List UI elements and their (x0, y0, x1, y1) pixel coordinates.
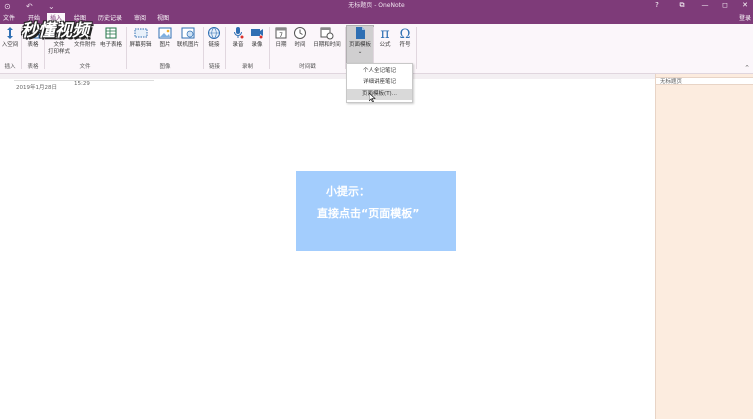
spreadsheet-button[interactable]: 电子表格 (98, 26, 124, 49)
page-templates-dropdown: 个人全记笔记 详细讲座笔记 页面模板(T)... (346, 63, 413, 103)
equation-button[interactable]: π 公式 (376, 26, 394, 49)
link-label: 链接 (208, 42, 220, 48)
hint-box: 小提示： 直接点击“页面模板” (296, 171, 456, 251)
title-bar: ⊙ ↶ ⌄ 无标题页 - OneNote ? ⧉ — ◻ ✕ (0, 0, 753, 13)
window-title: 无标题页 - OneNote (348, 2, 405, 9)
svg-text:7: 7 (279, 32, 283, 39)
online-pictures-label: 联机图片 (176, 42, 199, 48)
spreadsheet-label: 电子表格 (99, 42, 122, 48)
table-label: 表格 (27, 42, 39, 48)
group-separator (416, 27, 417, 69)
record-video-button[interactable]: 录像 (248, 26, 266, 49)
symbol-label: 符号 (399, 42, 411, 48)
group-recording-label: 录制 (241, 64, 253, 70)
tab-view[interactable]: 视图 (154, 13, 172, 24)
page-date: 2019年1月28日 (16, 85, 57, 91)
page-templates-button[interactable]: 页面模板 ⌄ (346, 25, 374, 64)
template-item-personal-notes[interactable]: 个人全记笔记 (347, 66, 412, 77)
maximize-button[interactable]: ◻ (718, 0, 732, 11)
record-audio-button[interactable]: 录音 (229, 26, 247, 49)
ribbon-display-button[interactable]: ⧉ (675, 0, 689, 11)
microphone-icon (234, 27, 244, 39)
page-list-pane: 无标题页 (655, 74, 753, 419)
date-label: 日期 (275, 42, 287, 48)
time-label: 时间 (294, 42, 306, 48)
template-item-page-templates[interactable]: 页面模板(T)... (347, 89, 412, 100)
svg-text:Ω: Ω (400, 27, 411, 40)
pictures-button[interactable]: 图片 (156, 26, 174, 49)
svg-text:π: π (380, 26, 389, 40)
help-button[interactable]: ? (650, 0, 664, 11)
page-template-icon (356, 27, 365, 39)
group-timestamp-label: 时间戳 (299, 64, 316, 70)
screen-clipping-icon (134, 28, 147, 38)
online-picture-icon (181, 27, 195, 39)
template-item-lecture-notes[interactable]: 详细讲座笔记 (347, 77, 412, 88)
page-templates-label: 页面模板 (348, 42, 371, 48)
page-time: 15:29 (74, 81, 90, 87)
calendar-clock-icon (320, 27, 334, 40)
pictures-label: 图片 (159, 42, 171, 48)
minimize-button[interactable]: — (698, 0, 712, 11)
pi-icon: π (380, 26, 389, 40)
screen-clipping-button[interactable]: 屏幕剪辑 (127, 26, 154, 49)
tab-history[interactable]: 历史记录 (95, 13, 125, 24)
omega-icon: Ω (400, 27, 411, 40)
tab-review[interactable]: 审阅 (131, 13, 149, 24)
file-printout-label: 文件 (53, 42, 65, 48)
record-video-label: 录像 (251, 42, 263, 48)
tab-file[interactable]: 文件 (0, 13, 18, 24)
picture-icon (158, 27, 172, 39)
group-insert-label: 插入 (4, 64, 16, 70)
hint-title: 小提示： (326, 185, 370, 198)
equation-label: 公式 (379, 42, 391, 48)
collapse-ribbon-icon[interactable]: ⌃ (744, 64, 750, 72)
screen-clipping-label: 屏幕剪辑 (129, 42, 152, 48)
group-files-label: 文件 (79, 64, 91, 70)
hint-text: 直接点击“页面模板” (317, 207, 420, 220)
calendar-icon: 7 (275, 27, 287, 39)
insert-space-icon (7, 27, 13, 39)
record-audio-label: 录音 (232, 42, 244, 48)
group-images-label: 图像 (159, 64, 171, 70)
spreadsheet-icon (105, 27, 117, 39)
link-button[interactable]: 链接 (205, 26, 223, 49)
video-camera-icon (251, 29, 263, 39)
online-pictures-button[interactable]: 联机图片 (175, 26, 201, 49)
date-button[interactable]: 7 日期 (273, 26, 289, 49)
time-button[interactable]: 时间 (291, 26, 309, 49)
file-printout-label-2: 打印样式 (47, 49, 70, 55)
watermark-logo: 秒懂视频 (21, 21, 89, 41)
clock-icon (294, 27, 306, 39)
sign-in-link[interactable]: 登录 (739, 13, 751, 24)
file-attachment-label: 文件附件 (73, 42, 96, 48)
symbol-button[interactable]: Ω 符号 (396, 26, 414, 49)
chevron-down-icon: ⌄ (357, 49, 363, 55)
insert-space-label: 入空间 (1, 42, 19, 48)
insert-space-button[interactable]: 入空间 (0, 26, 20, 49)
date-time-button[interactable]: 日期和时间 (311, 26, 343, 49)
mouse-cursor-icon (369, 93, 376, 102)
group-links-label: 链接 (208, 64, 220, 70)
page-list-item[interactable]: 无标题页 (656, 77, 753, 85)
globe-link-icon (208, 27, 220, 39)
close-button[interactable]: ✕ (738, 0, 752, 11)
date-time-label: 日期和时间 (313, 42, 341, 48)
group-tables-label: 表格 (27, 64, 39, 70)
ribbon-tab-bar: 文件 开始 插入 绘图 历史记录 审阅 视图 登录 (0, 13, 753, 25)
